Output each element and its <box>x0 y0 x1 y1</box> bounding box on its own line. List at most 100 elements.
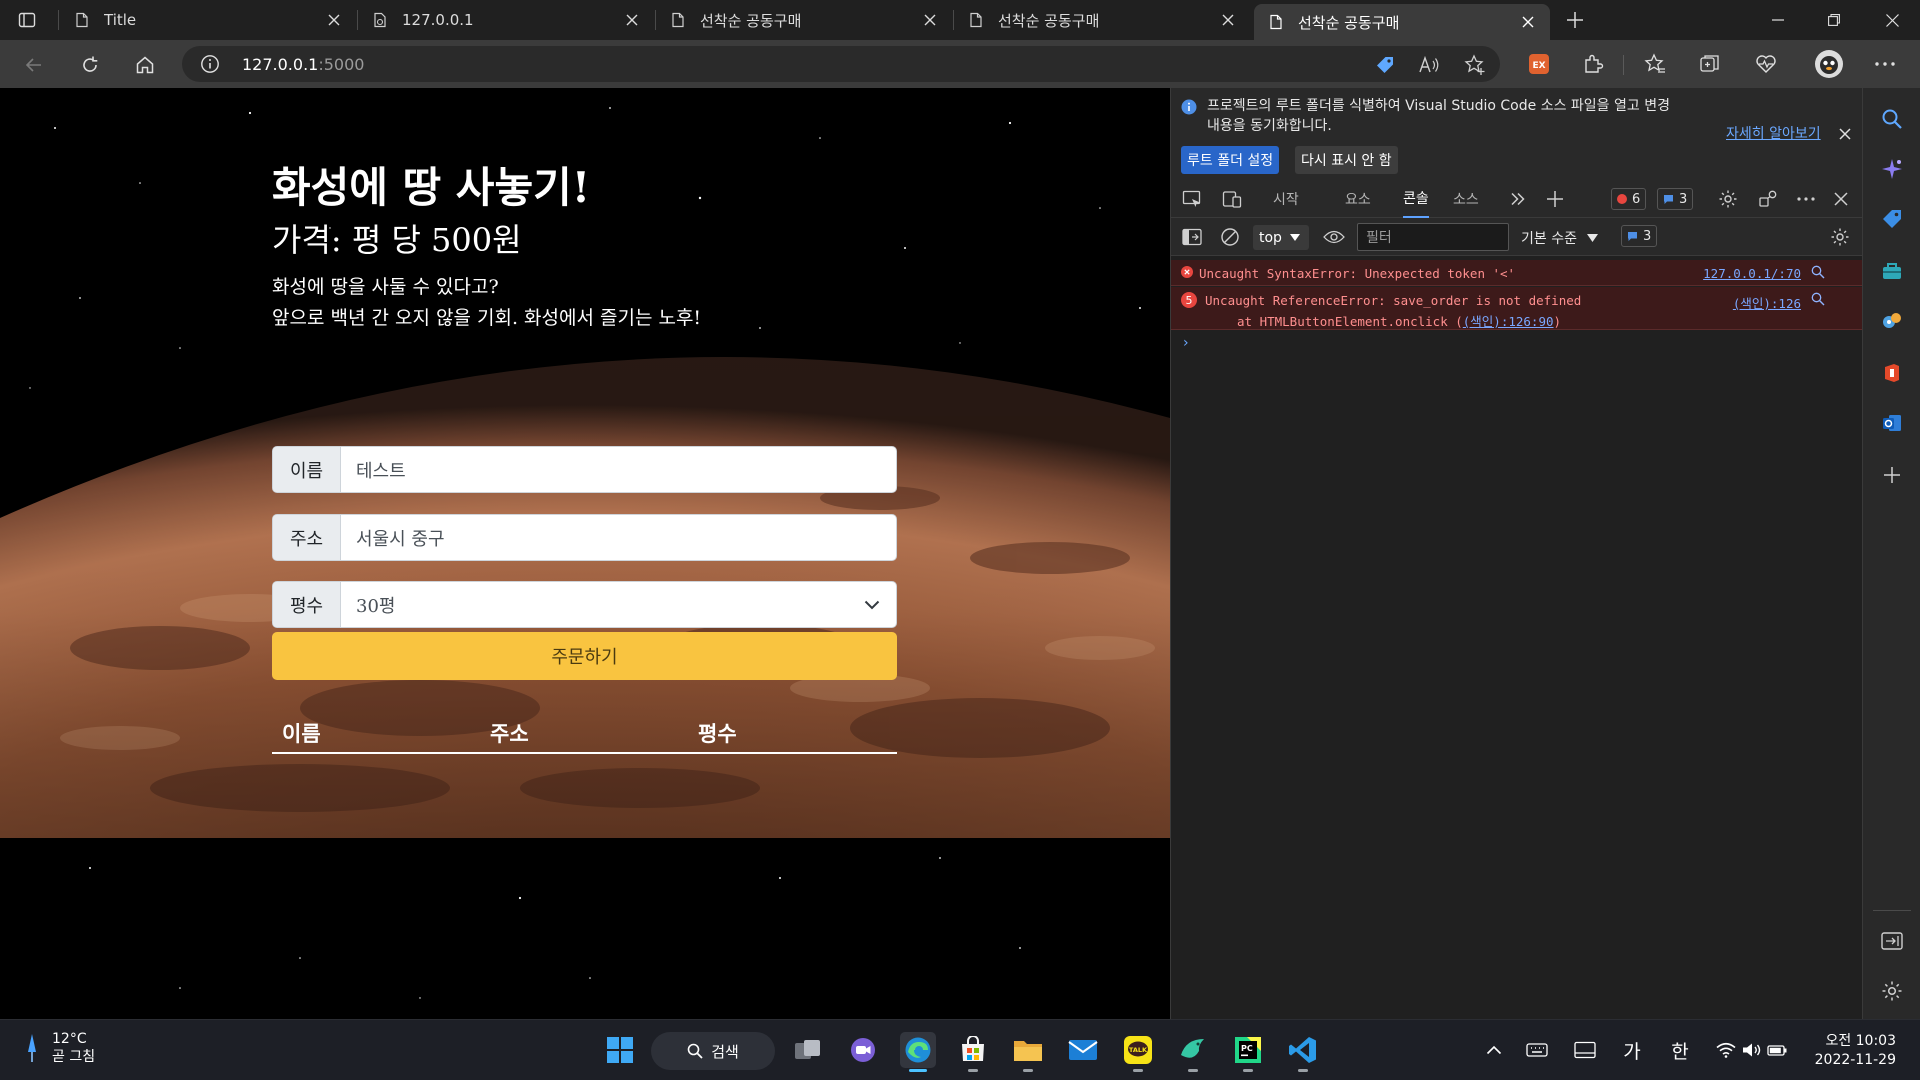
order-button[interactable]: 주문하기 <box>272 632 897 680</box>
favorites-icon[interactable] <box>1642 51 1668 77</box>
battery-icon[interactable] <box>1766 1038 1790 1062</box>
teams-chat-icon[interactable] <box>845 1032 881 1068</box>
stack-link[interactable]: (색인):126:90 <box>1463 314 1554 329</box>
context-select[interactable]: top <box>1253 225 1309 250</box>
mail-icon[interactable] <box>1065 1032 1101 1068</box>
tab-sources[interactable]: 소스 <box>1453 180 1479 218</box>
device-emulation-icon[interactable] <box>1221 188 1243 210</box>
log-levels-dropdown[interactable]: 기본 수준 <box>1521 228 1598 248</box>
task-view-icon[interactable] <box>790 1032 826 1068</box>
profile-avatar[interactable] <box>1814 49 1844 79</box>
edge-browser-icon[interactable] <box>900 1032 936 1072</box>
tab-actions-icon[interactable] <box>14 7 40 33</box>
new-tab-icon[interactable] <box>1562 7 1588 33</box>
home-icon[interactable] <box>131 51 159 79</box>
ime-han-indicator[interactable]: 한 <box>1668 1038 1692 1063</box>
shopping-tag-icon[interactable] <box>1374 54 1396 76</box>
sidebar-toggle-icon[interactable] <box>1181 226 1203 248</box>
close-icon[interactable] <box>918 8 942 32</box>
search-icon[interactable] <box>1811 292 1825 309</box>
weather-widget[interactable]: 12°C 곧 그침 <box>24 1030 95 1066</box>
search-icon[interactable] <box>1879 106 1905 132</box>
clear-console-icon[interactable] <box>1219 226 1241 248</box>
microsoft-store-icon[interactable] <box>955 1032 991 1072</box>
outlook-icon[interactable] <box>1879 410 1905 436</box>
more-menu-icon[interactable] <box>1872 51 1898 77</box>
chevron-up-icon[interactable] <box>1482 1038 1506 1062</box>
add-tab-icon[interactable] <box>1544 188 1566 210</box>
tab-group-buy-1[interactable]: 선착순 공동구매 <box>656 0 952 40</box>
browser-essentials-icon[interactable] <box>1753 51 1779 77</box>
error-count-badge[interactable]: 6 <box>1611 188 1647 210</box>
close-icon[interactable] <box>1216 8 1240 32</box>
refresh-icon[interactable] <box>76 51 104 79</box>
collections-icon[interactable] <box>1697 51 1723 77</box>
read-aloud-icon[interactable] <box>1418 54 1440 76</box>
filter-input[interactable]: 필터 <box>1357 223 1509 251</box>
dont-show-again-button[interactable]: 다시 표시 안 함 <box>1295 146 1398 174</box>
wifi-icon[interactable] <box>1714 1038 1738 1062</box>
extensions-icon[interactable] <box>1580 51 1606 77</box>
issues-count-badge[interactable]: 3 <box>1621 225 1658 247</box>
games-icon[interactable] <box>1879 308 1905 334</box>
settings-icon[interactable] <box>1717 188 1739 210</box>
restore-icon[interactable] <box>1806 0 1862 40</box>
error-source-link[interactable]: (색인):126 <box>1733 293 1801 312</box>
more-tabs-icon[interactable] <box>1507 188 1529 210</box>
kakaotalk-icon[interactable]: TALK <box>1120 1032 1156 1072</box>
set-root-folder-button[interactable]: 루트 폴더 설정 <box>1181 146 1280 174</box>
tools-briefcase-icon[interactable] <box>1879 258 1905 284</box>
inspect-icon[interactable] <box>1181 188 1203 210</box>
pycharm-icon[interactable]: PC <box>1230 1032 1266 1072</box>
back-arrow-icon[interactable] <box>20 51 48 79</box>
size-select[interactable]: 30평 <box>341 582 848 627</box>
close-icon[interactable] <box>1839 125 1851 144</box>
address-bar[interactable]: 127.0.0.1:5000 <box>182 46 1500 82</box>
add-favorite-icon[interactable] <box>1464 54 1486 76</box>
name-input[interactable]: 테스트 <box>341 447 896 492</box>
space-background <box>0 838 1170 1019</box>
close-icon[interactable] <box>322 8 346 32</box>
tab-title[interactable]: Title <box>60 0 356 40</box>
more-options-icon[interactable] <box>1795 188 1817 210</box>
bird-app-icon[interactable] <box>1175 1032 1211 1072</box>
keyboard-icon[interactable] <box>1524 1038 1550 1062</box>
tab-console[interactable]: 콘솔 <box>1403 180 1429 218</box>
tablet-mode-icon[interactable] <box>1572 1038 1598 1062</box>
close-icon[interactable] <box>620 8 644 32</box>
start-windows-icon[interactable] <box>602 1032 638 1068</box>
error-source-link[interactable]: 127.0.0.1/:70 <box>1703 266 1801 281</box>
close-icon[interactable] <box>1516 10 1540 34</box>
live-expression-eye-icon[interactable] <box>1323 226 1345 248</box>
tab-group-buy-2[interactable]: 선착순 공동구매 <box>954 0 1250 40</box>
system-clock[interactable]: 오전 10:03 2022-11-29 <box>1812 1032 1896 1070</box>
tab-elements[interactable]: 요소 <box>1345 180 1371 218</box>
ime-hangul-indicator[interactable]: 가 <box>1620 1038 1644 1063</box>
volume-icon[interactable] <box>1740 1038 1764 1062</box>
window-close-icon[interactable] <box>1864 0 1920 40</box>
close-devtools-icon[interactable] <box>1830 188 1852 210</box>
tab-localhost[interactable]: 127.0.0.1 <box>358 0 654 40</box>
address-input[interactable]: 서울시 중구 <box>341 515 896 560</box>
office-icon[interactable] <box>1879 360 1905 386</box>
taskbar-search[interactable]: 검색 <box>651 1032 775 1070</box>
minimize-icon[interactable] <box>1750 0 1806 40</box>
chevron-down-icon[interactable] <box>848 582 896 627</box>
info-icon[interactable] <box>200 54 220 78</box>
add-icon[interactable] <box>1879 462 1905 488</box>
console-settings-icon[interactable] <box>1829 226 1851 248</box>
learn-more-link[interactable]: 자세히 알아보기 <box>1726 123 1821 143</box>
file-explorer-icon[interactable] <box>1010 1032 1046 1072</box>
connection-icon[interactable] <box>1757 188 1779 210</box>
extension-ex-icon[interactable]: EX <box>1526 51 1552 77</box>
tab-group-buy-active[interactable]: 선착순 공동구매 <box>1254 4 1550 40</box>
message-count-badge[interactable]: 3 <box>1657 188 1694 210</box>
settings-icon[interactable] <box>1879 978 1905 1004</box>
vscode-icon[interactable] <box>1285 1032 1321 1072</box>
shopping-tag-icon[interactable] <box>1879 206 1905 232</box>
search-icon[interactable] <box>1811 265 1825 282</box>
split-screen-icon[interactable] <box>1879 928 1905 954</box>
tab-welcome[interactable]: 시작 <box>1273 180 1299 218</box>
copilot-sparkle-icon[interactable] <box>1879 156 1905 182</box>
console-prompt[interactable]: › <box>1183 335 1189 351</box>
